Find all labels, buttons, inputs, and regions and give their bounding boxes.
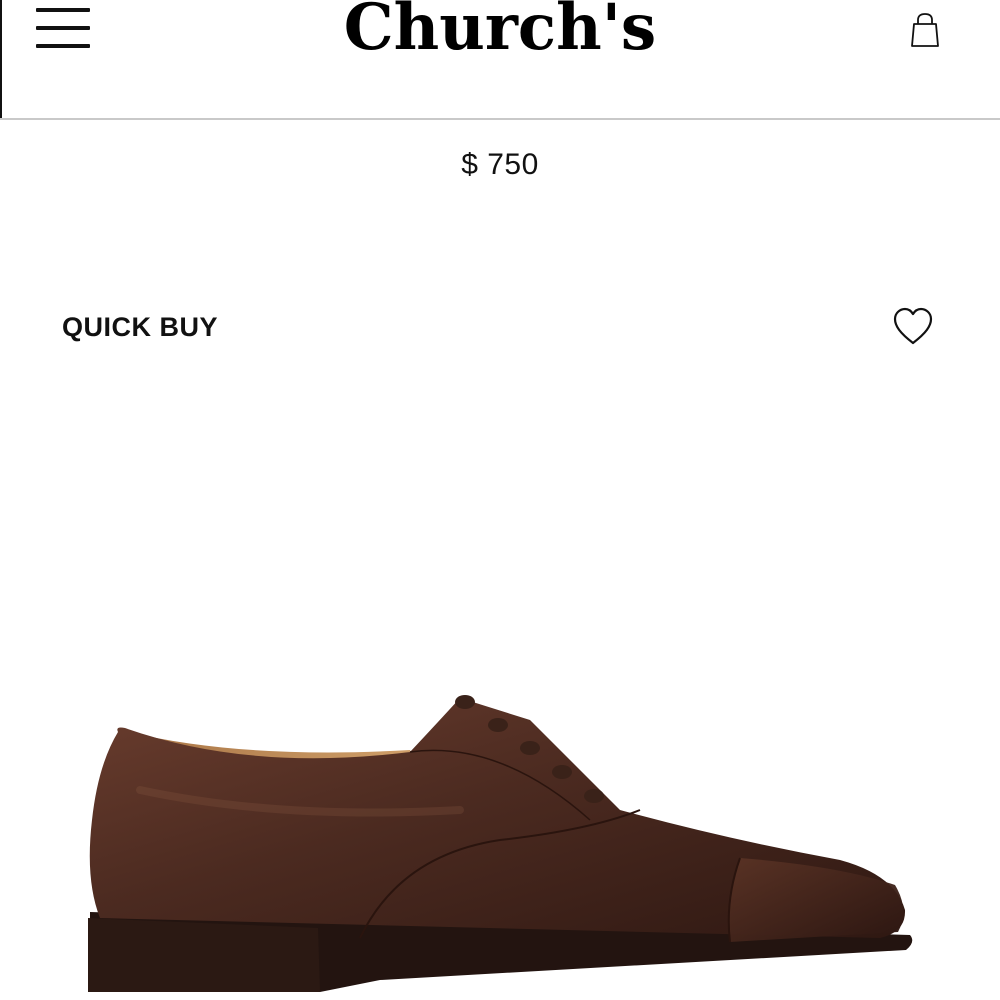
product-image-oxford-shoe[interactable] bbox=[80, 680, 930, 1000]
product-price: $ 750 bbox=[461, 148, 539, 181]
quick-buy-button[interactable]: QUICK BUY bbox=[62, 312, 218, 343]
menu-line bbox=[36, 26, 90, 30]
menu-line bbox=[36, 44, 90, 48]
brand-logo[interactable]: Church's bbox=[324, 0, 677, 68]
site-header: Church's bbox=[0, 0, 1000, 120]
hamburger-menu-icon[interactable] bbox=[36, 6, 92, 50]
product-page: Church's $ 750 QUICK BUY bbox=[0, 0, 1000, 1000]
menu-line bbox=[36, 8, 90, 12]
shopping-bag-icon[interactable] bbox=[908, 10, 942, 50]
heart-icon[interactable] bbox=[892, 307, 934, 347]
